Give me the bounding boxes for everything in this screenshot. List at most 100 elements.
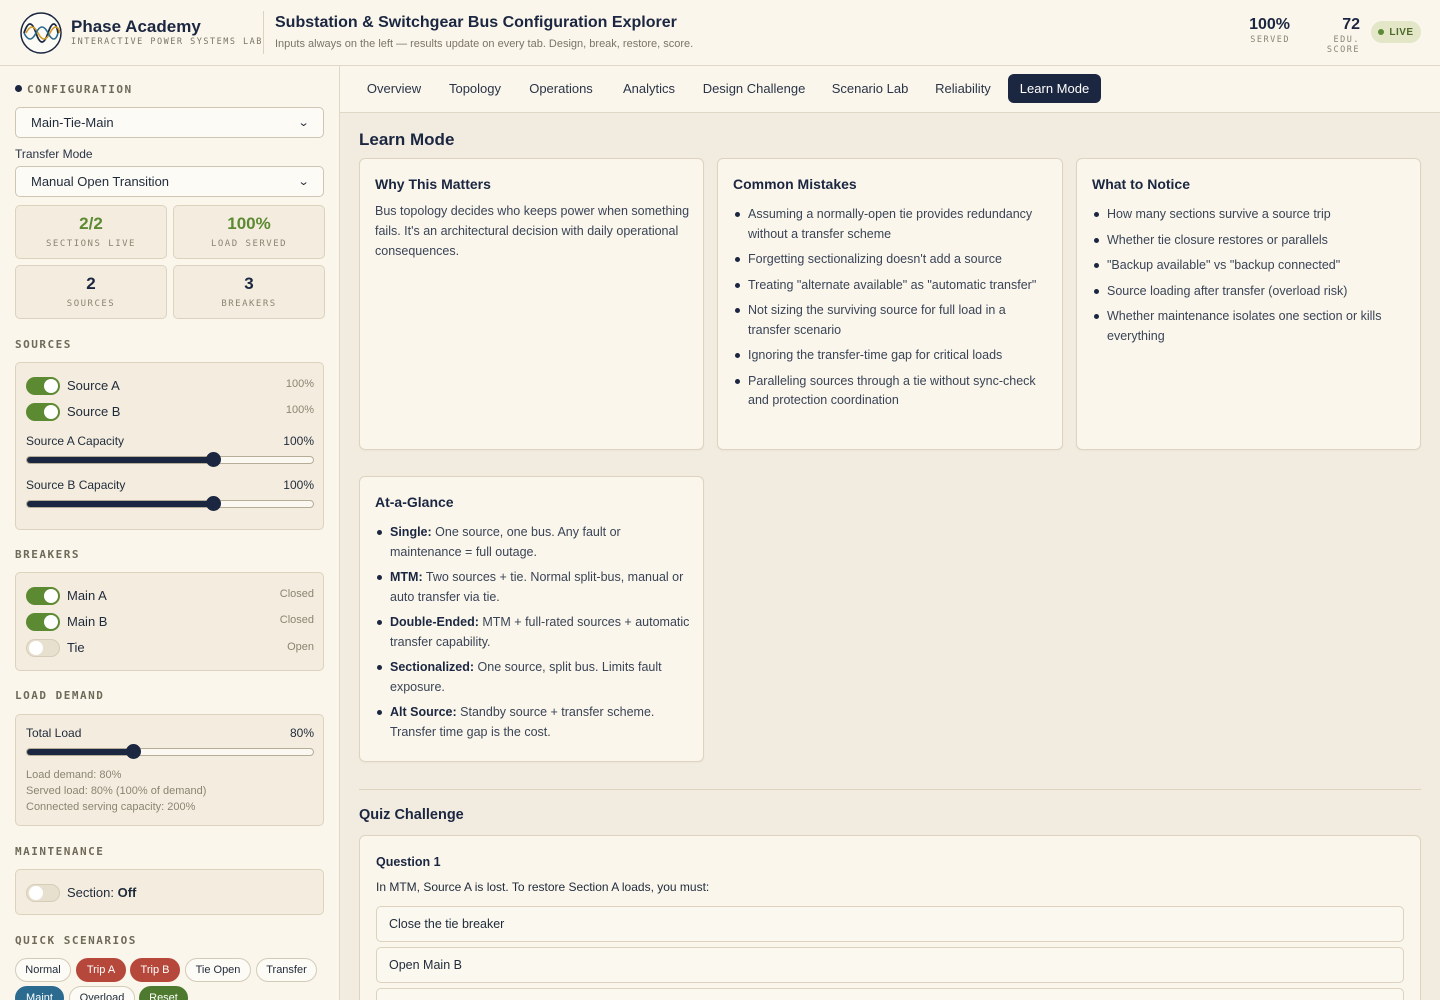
metric-value: 3 <box>244 274 254 293</box>
what-to-notice-card: What to Notice How many sections survive… <box>1076 158 1421 450</box>
load-demand-section-title: LOAD DEMAND <box>15 689 105 702</box>
main-a-breaker-toggle[interactable] <box>26 587 60 605</box>
scenario-transfer-button[interactable]: Transfer <box>256 958 317 982</box>
brand-subtitle: INTERACTIVE POWER SYSTEMS LAB <box>71 37 263 47</box>
metric-label: LOAD SERVED <box>210 239 288 249</box>
list-item: Sectionalized: One source, split bus. Li… <box>375 658 693 697</box>
served-stat: 100% SERVED <box>1240 16 1290 45</box>
tab-learn-mode[interactable]: Learn Mode <box>1008 74 1101 103</box>
metric-label: BREAKERS <box>221 299 277 309</box>
slider-handle[interactable] <box>125 744 141 759</box>
quiz-option[interactable]: Open Main B <box>376 947 1404 983</box>
list-item: Alt Source: Standby source + transfer sc… <box>375 703 693 742</box>
configuration-select[interactable]: Main-Tie-Main ⌄ <box>15 107 324 138</box>
question-number: Question 1 <box>376 855 441 869</box>
main-b-state: Closed <box>279 614 314 626</box>
source-a-toggle[interactable] <box>26 377 60 395</box>
at-a-glance-card: At-a-Glance Single: One source, one bus.… <box>359 476 704 762</box>
maintenance-label: Section: Off <box>67 885 137 900</box>
main-b-label: Main B <box>67 614 108 629</box>
configuration-section-title: CONFIGURATION <box>15 83 133 96</box>
list-item: MTM: Two sources + tie. Normal split-bus… <box>375 568 693 607</box>
tab-overview[interactable]: Overview <box>358 74 430 103</box>
list-item: Whether tie closure restores or parallel… <box>1092 231 1410 251</box>
transfer-mode-select[interactable]: Manual Open Transition ⌄ <box>15 166 324 197</box>
tie-state: Open <box>287 641 314 653</box>
page-subtitle: Inputs always on the left — results upda… <box>275 38 694 50</box>
tab-design-challenge[interactable]: Design Challenge <box>696 74 812 103</box>
list-item: Assuming a normally-open tie provides re… <box>733 205 1051 244</box>
edu-score-value: 72 <box>1342 16 1360 33</box>
maintenance-toggle[interactable] <box>26 884 60 902</box>
main-tabs: Overview Topology Operations Analytics D… <box>340 66 1440 113</box>
served-value: 100% <box>1249 16 1290 33</box>
load-demand-note: Load demand: 80% <box>26 769 122 781</box>
card-title: Why This Matters <box>375 176 491 192</box>
source-a-capacity-value: 100% <box>283 434 314 448</box>
total-load-slider[interactable] <box>26 744 314 759</box>
sources-section-title: SOURCES <box>15 338 72 351</box>
served-load-note: Served load: 80% (100% of demand) <box>26 785 207 797</box>
breakers-section-title: BREAKERS <box>15 548 80 561</box>
main-b-breaker-toggle[interactable] <box>26 613 60 631</box>
source-a-capacity-slider[interactable] <box>26 452 314 467</box>
question-text: In MTM, Source A is lost. To restore Sec… <box>376 880 710 894</box>
tab-topology[interactable]: Topology <box>440 74 510 103</box>
quick-scenarios-section-title: QUICK SCENARIOS <box>15 934 137 947</box>
quiz-card: Question 1 In MTM, Source A is lost. To … <box>359 835 1421 1000</box>
configuration-select-value: Main-Tie-Main <box>31 115 114 130</box>
quiz-option[interactable]: Add a third source <box>376 988 1404 1000</box>
list-item: Forgetting sectionalizing doesn't add a … <box>733 250 1051 270</box>
why-this-matters-card: Why This Matters Bus topology decides wh… <box>359 158 704 450</box>
edu-score-stat: 72 EDU. SCORE <box>1298 16 1360 55</box>
tab-analytics[interactable]: Analytics <box>612 74 686 103</box>
source-b-capacity-slider[interactable] <box>26 496 314 511</box>
scenario-trip-a-button[interactable]: Trip A <box>76 958 126 982</box>
header-divider <box>263 11 264 54</box>
slider-fill <box>27 749 133 755</box>
slider-handle[interactable] <box>205 496 221 511</box>
breakers-panel: Main A Closed Main B Closed Tie Open <box>15 572 324 671</box>
quiz-option[interactable]: Close the tie breaker <box>376 906 1404 942</box>
app-header: Phase Academy INTERACTIVE POWER SYSTEMS … <box>0 0 1440 66</box>
metric-label: SECTIONS LIVE <box>46 239 136 249</box>
slider-handle[interactable] <box>205 452 221 467</box>
scenario-tie-open-button[interactable]: Tie Open <box>185 958 251 982</box>
main-a-label: Main A <box>67 588 107 603</box>
scenario-reset-button[interactable]: Reset <box>139 986 188 1000</box>
source-b-value: 100% <box>285 404 314 416</box>
source-b-toggle[interactable] <box>26 403 60 421</box>
serving-capacity-note: Connected serving capacity: 200% <box>26 801 196 813</box>
list-item: How many sections survive a source trip <box>1092 205 1410 225</box>
list-item: Ignoring the transfer-time gap for criti… <box>733 346 1051 366</box>
list-item: Source loading after transfer (overload … <box>1092 282 1410 302</box>
source-b-capacity-label: Source B Capacity <box>26 478 126 492</box>
live-badge: LIVE <box>1371 21 1421 43</box>
chevron-down-icon: ⌄ <box>297 176 310 188</box>
tab-operations[interactable]: Operations <box>520 74 602 103</box>
mistakes-list: Assuming a normally-open tie provides re… <box>733 205 1051 417</box>
chevron-down-icon: ⌄ <box>297 117 310 129</box>
tab-reliability[interactable]: Reliability <box>928 74 998 103</box>
transfer-mode-select-value: Manual Open Transition <box>31 174 170 189</box>
glance-list: Single: One source, one bus. Any fault o… <box>375 523 693 748</box>
list-item: Paralleling sources through a tie withou… <box>733 372 1051 411</box>
scenario-normal-button[interactable]: Normal <box>15 958 71 982</box>
slider-fill <box>27 501 213 507</box>
source-b-capacity-value: 100% <box>283 478 314 492</box>
maintenance-panel: Section: Off <box>15 869 324 915</box>
metric-value: 2 <box>86 274 96 293</box>
scenario-trip-b-button[interactable]: Trip B <box>130 958 180 982</box>
scenario-maint-button[interactable]: Maint <box>15 986 64 1000</box>
load-demand-panel: Total Load 80% Load demand: 80% Served l… <box>15 714 324 826</box>
sources-metric: 2 SOURCES <box>15 265 167 319</box>
scenario-overload-button[interactable]: Overload <box>69 986 135 1000</box>
tie-label: Tie <box>67 640 85 655</box>
common-mistakes-card: Common Mistakes Assuming a normally-open… <box>717 158 1063 450</box>
tie-breaker-toggle[interactable] <box>26 639 60 657</box>
breakers-metric: 3 BREAKERS <box>173 265 325 319</box>
tab-scenario-lab[interactable]: Scenario Lab <box>822 74 918 103</box>
live-label: LIVE <box>1389 26 1414 38</box>
card-title: What to Notice <box>1092 176 1190 192</box>
list-item: Single: One source, one bus. Any fault o… <box>375 523 693 562</box>
